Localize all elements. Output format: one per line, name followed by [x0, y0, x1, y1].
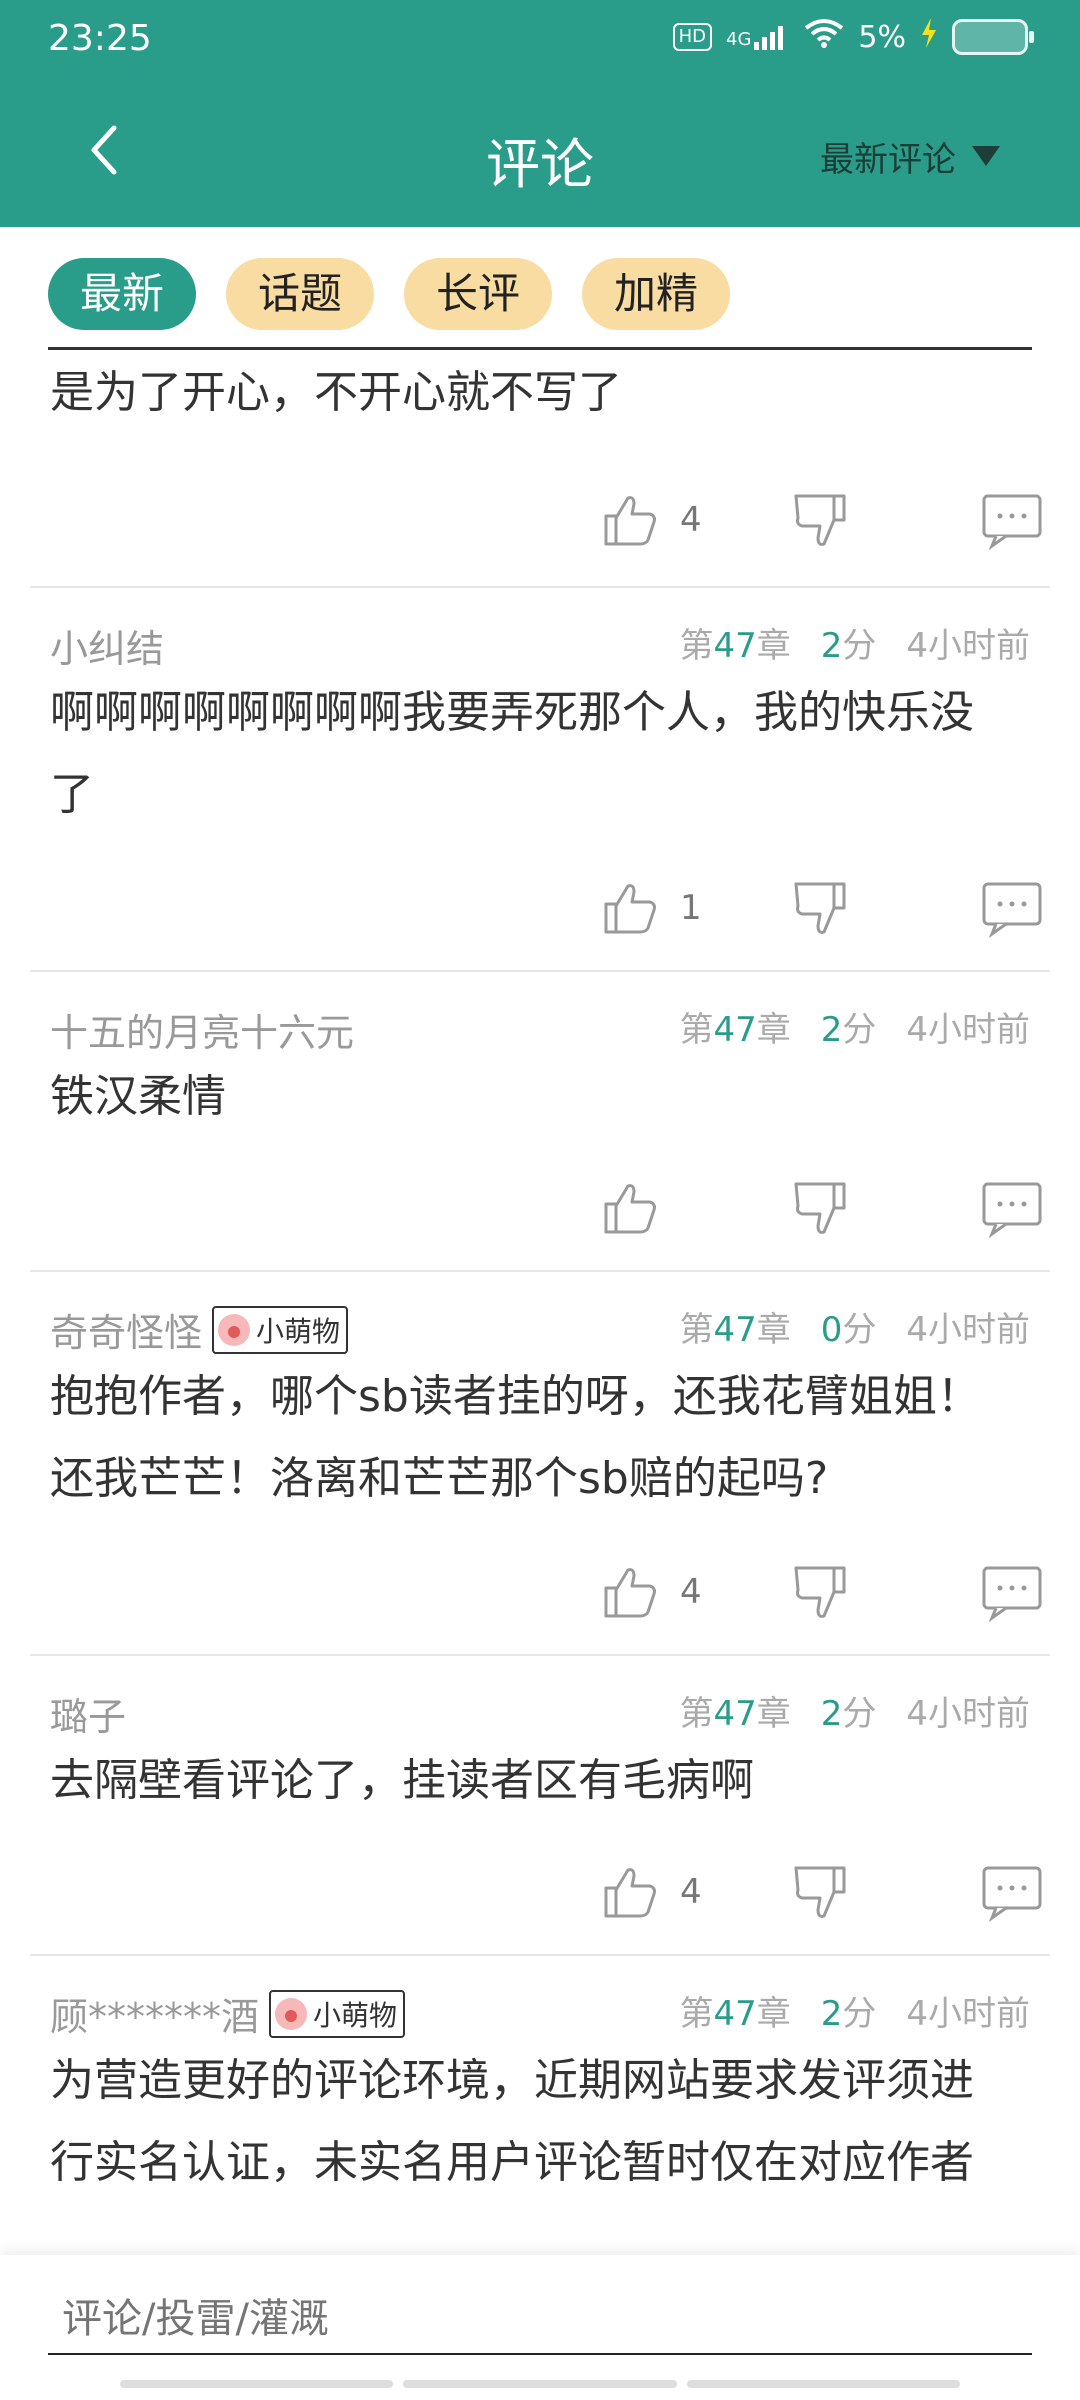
comment-meta: 第47章 2分 4小时前: [679, 1986, 1030, 2035]
thumbs-up-icon[interactable]: [600, 1178, 660, 1238]
paw-icon: [218, 1313, 251, 1346]
like-count: 1: [680, 888, 702, 928]
comment-input[interactable]: [48, 2285, 1032, 2355]
comment-text: 铁汉柔情: [50, 1071, 226, 1122]
comment-text: 啊啊啊啊啊啊啊啊我要弄死那个人，我的快乐没了: [50, 687, 974, 820]
comment-username[interactable]: 璐子: [50, 1686, 126, 1741]
sort-label: 最新评论: [820, 140, 956, 180]
thumbs-down-icon[interactable]: [790, 878, 850, 938]
comment-meta: 第47章 2分 4小时前: [679, 1002, 1030, 1051]
comment-item: 奇奇怪怪 小萌物 第47章 0分 4小时前 抱抱作者，哪个sb读者挂的呀，还我花…: [30, 1272, 1050, 1656]
chapter-label: 第47章: [679, 1010, 791, 1050]
chapter-label: 第47章: [679, 626, 791, 666]
battery-icon: [952, 19, 1034, 55]
comment-username[interactable]: 小纠结: [50, 618, 164, 673]
comment-text: 抱抱作者，哪个sb读者挂的呀，还我花臂姐姐！还我芒芒！洛离和芒芒那个sb赔的起吗…: [50, 1371, 981, 1504]
status-icons: HD 4G 5%: [672, 18, 1034, 56]
like-count: 4: [680, 1872, 702, 1912]
timestamp: 4小时前: [906, 1010, 1030, 1050]
reply-icon[interactable]: [982, 1562, 1042, 1623]
score-label: 2分: [820, 626, 877, 666]
score-label: 2分: [820, 1010, 877, 1050]
reply-icon[interactable]: [982, 490, 1042, 551]
comment-item: 小纠结 第47章 2分 4小时前 啊啊啊啊啊啊啊啊我要弄死那个人，我的快乐没了 …: [30, 588, 1050, 972]
score-label: 0分: [820, 1310, 877, 1350]
comment-input-bar: [0, 2255, 1080, 2400]
score-label: 2分: [820, 1694, 877, 1734]
comment-list[interactable]: 是为了开心，不开心就不写了 4 小纠结 第47章 2分 4小时前 啊啊啊啊啊啊啊…: [0, 350, 1080, 2255]
thumbs-up-icon[interactable]: [600, 1562, 660, 1622]
comment-meta: 第47章 0分 4小时前: [679, 1302, 1030, 1351]
status-time: 23:25: [48, 18, 152, 59]
reply-icon[interactable]: [982, 1178, 1042, 1239]
comment-item: 是为了开心，不开心就不写了 4: [30, 350, 1050, 588]
thumbs-up-icon[interactable]: [600, 1862, 660, 1922]
sort-dropdown[interactable]: 最新评论: [820, 132, 1000, 181]
triangle-down-icon: [972, 145, 1000, 166]
hd-icon: HD: [672, 23, 712, 51]
comment-item: 顾*******酒 小萌物 第47章 2分 4小时前 为营造更好的评论环境，近期…: [30, 1956, 1050, 2255]
gesture-bar: [120, 2380, 960, 2388]
tab-topics[interactable]: 话题: [226, 258, 375, 330]
tab-featured[interactable]: 加精: [582, 258, 731, 330]
comment-text: 为营造更好的评论环境，近期网站要求发评须进行实名认证，未实名用户评论暂时仅在对应…: [50, 2055, 974, 2188]
paw-icon: [275, 1997, 308, 2030]
user-badge: 小萌物: [269, 1989, 406, 2038]
chapter-label: 第47章: [679, 1310, 791, 1350]
comment-actions: 4: [30, 1562, 1050, 1632]
signal-4g-icon: 4G: [726, 24, 790, 50]
thumbs-up-icon[interactable]: [600, 878, 660, 938]
comment-actions: [30, 1178, 1050, 1248]
battery-percent: 5%: [858, 19, 906, 55]
comment-actions: 1: [30, 878, 1050, 948]
comment-text: 去隔壁看评论了，挂读者区有毛病啊: [50, 1755, 754, 1806]
timestamp: 4小时前: [906, 1310, 1030, 1350]
comment-username[interactable]: 十五的月亮十六元: [50, 1002, 354, 1057]
comment-username[interactable]: 顾*******酒 小萌物: [50, 1986, 406, 2041]
tab-latest[interactable]: 最新: [48, 258, 197, 330]
thumbs-down-icon[interactable]: [790, 490, 850, 550]
comment-actions: 4: [30, 1862, 1050, 1932]
thumbs-down-icon[interactable]: [790, 1562, 850, 1622]
chapter-label: 第47章: [679, 1694, 791, 1734]
tab-long-reviews[interactable]: 长评: [404, 258, 553, 330]
comment-item: 璐子 第47章 2分 4小时前 去隔壁看评论了，挂读者区有毛病啊 4: [30, 1656, 1050, 1956]
like-count: 4: [680, 1572, 702, 1612]
comment-actions: 4: [30, 490, 1050, 560]
comment-text: 是为了开心，不开心就不写了: [50, 367, 622, 418]
reply-icon[interactable]: [982, 878, 1042, 939]
filter-tabs: 最新 话题 长评 加精: [48, 258, 731, 330]
comment-username[interactable]: 奇奇怪怪 小萌物: [50, 1302, 349, 1357]
timestamp: 4小时前: [906, 1994, 1030, 2034]
thumbs-up-icon[interactable]: [600, 490, 660, 550]
top-app-bar: 23:25 HD 4G 5% 评论 最新评论: [0, 0, 1080, 227]
reply-icon[interactable]: [982, 1862, 1042, 1923]
comment-meta: 第47章 2分 4小时前: [679, 1686, 1030, 1735]
charging-icon: [920, 18, 938, 56]
timestamp: 4小时前: [906, 626, 1030, 666]
wifi-icon: [804, 18, 844, 56]
score-label: 2分: [820, 1994, 877, 2034]
timestamp: 4小时前: [906, 1694, 1030, 1734]
chapter-label: 第47章: [679, 1994, 791, 2034]
like-count: 4: [680, 500, 702, 540]
comment-item: 十五的月亮十六元 第47章 2分 4小时前 铁汉柔情: [30, 972, 1050, 1272]
thumbs-down-icon[interactable]: [790, 1178, 850, 1238]
thumbs-down-icon[interactable]: [790, 1862, 850, 1922]
user-badge: 小萌物: [212, 1305, 349, 1354]
comment-meta: 第47章 2分 4小时前: [679, 618, 1030, 667]
